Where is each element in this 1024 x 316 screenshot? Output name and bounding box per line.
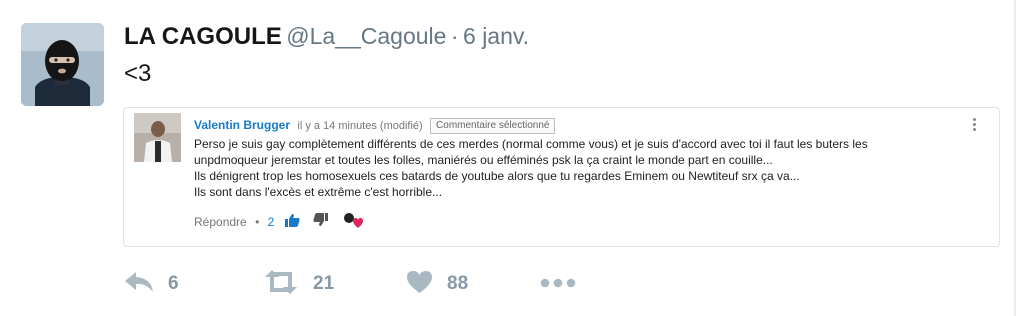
- thumbs-down-icon: [313, 213, 329, 231]
- comment-body: Perso je suis gay complètement différent…: [194, 136, 974, 200]
- display-name[interactable]: LA CAGOULE: [124, 23, 282, 50]
- reply-button[interactable]: 6: [124, 268, 179, 300]
- comment-line: Perso je suis gay complètement différent…: [194, 137, 868, 151]
- tweet-text: <3: [124, 60, 152, 87]
- user-handle[interactable]: @La__Cagoule: [286, 23, 446, 49]
- thumbs-up-icon: [284, 213, 300, 231]
- comment-header: Valentin Brugger il y a 14 minutes (modi…: [194, 117, 556, 134]
- commenter-avatar: [134, 113, 181, 162]
- heart-icon: [406, 270, 433, 299]
- retweet-count: 21: [313, 273, 335, 294]
- user-avatar[interactable]: [21, 23, 104, 106]
- retweet-button[interactable]: 21: [263, 268, 334, 300]
- embedded-comment-screenshot[interactable]: Valentin Brugger il y a 14 minutes (modi…: [123, 107, 1000, 247]
- reply-count: 6: [168, 273, 179, 294]
- more-vertical-icon: [973, 118, 977, 133]
- reply-icon: [124, 270, 154, 299]
- comment-line: unpdmoqueur jeremstar et toutes les foll…: [194, 153, 773, 167]
- comment-actions: Répondre • 2: [194, 211, 364, 233]
- more-icon: [540, 275, 576, 293]
- like-count: 88: [447, 273, 469, 294]
- tweet-date[interactable]: 6 janv.: [463, 23, 529, 49]
- comment-line: Ils sont dans l'excès et extrême c'est h…: [194, 185, 443, 199]
- comment-like-count: 2: [267, 215, 275, 229]
- like-button[interactable]: 88: [406, 268, 468, 300]
- tweet-header: LA CAGOULE @La__Cagoule · 6 janv.: [124, 20, 529, 56]
- selected-comment-badge: Commentaire sélectionné: [430, 117, 556, 134]
- tweet-actions: 6 21 88: [0, 268, 1000, 300]
- retweet-icon: [263, 269, 299, 300]
- comment-line: Ils dénigrent trop les homosexuels ces b…: [194, 169, 800, 183]
- comment-dot: •: [255, 215, 260, 229]
- more-button[interactable]: [540, 268, 576, 300]
- creator-heart-icon: [342, 211, 364, 233]
- comment-reply-label: Répondre: [194, 215, 247, 229]
- comment-author: Valentin Brugger: [194, 118, 291, 132]
- comment-time: il y a 14 minutes (modifié): [297, 120, 423, 132]
- right-border: [1014, 0, 1016, 316]
- separator-dot: ·: [450, 23, 459, 49]
